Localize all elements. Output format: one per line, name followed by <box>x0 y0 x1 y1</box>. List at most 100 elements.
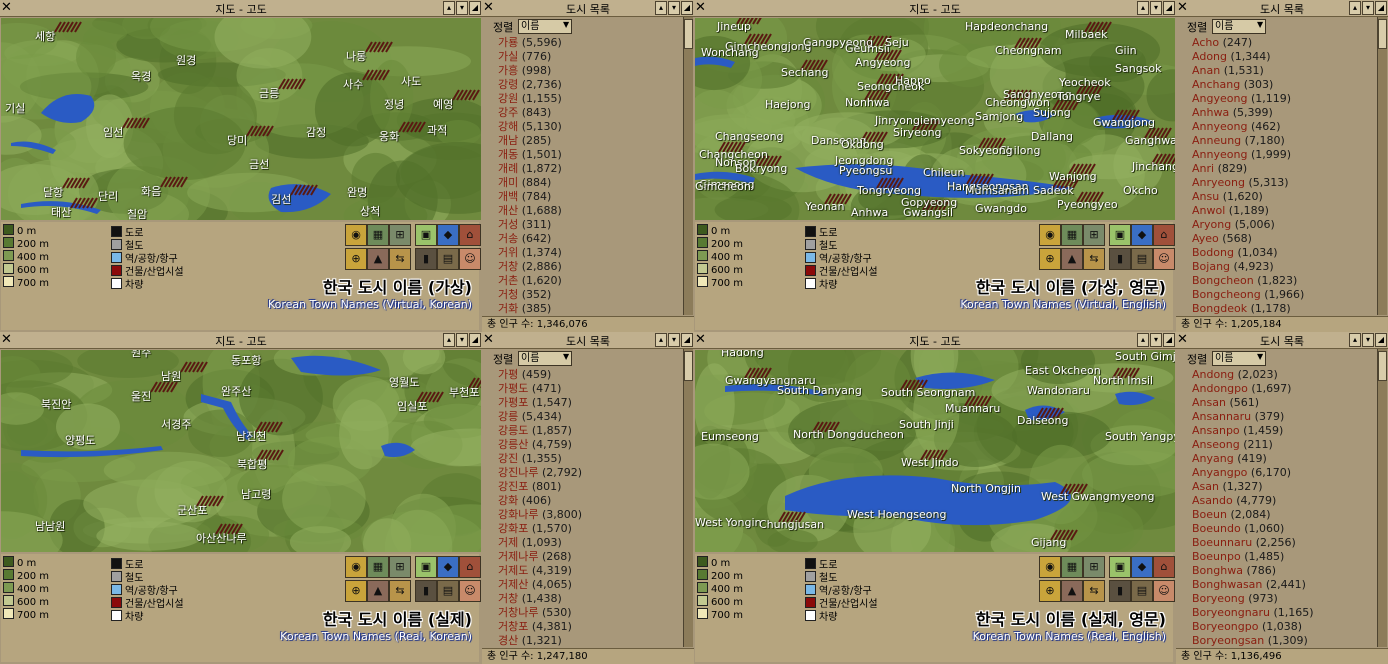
list-item[interactable]: Anyangpo (6,170) <box>1192 466 1368 480</box>
map-town-label[interactable]: Tongrye <box>1057 90 1100 103</box>
routes-toggle-icon[interactable]: ⇆ <box>1083 580 1105 602</box>
map-town-label[interactable]: 아산산나루 <box>196 530 247 546</box>
list-item[interactable]: 거청 (352) <box>498 288 674 302</box>
vehicles-toggle-icon[interactable]: ▲ <box>1061 580 1083 602</box>
list-item[interactable]: Boryeongnaru (1,165) <box>1192 606 1368 620</box>
list-scrollbar[interactable] <box>1377 17 1387 315</box>
list-item[interactable]: 가룡 (5,596) <box>498 36 674 50</box>
pin-icon[interactable]: ▴ <box>1349 1 1361 15</box>
player-face-icon[interactable]: ☺ <box>1153 248 1175 270</box>
map-town-label[interactable]: 태산 <box>51 204 71 220</box>
map-town-label[interactable]: Yeonan <box>805 200 844 213</box>
map-town-label[interactable]: Okdong <box>841 138 884 151</box>
list-item[interactable]: Boeunpo (1,485) <box>1192 550 1368 564</box>
minimap-view[interactable]: Jineup Hapdeonchang Gimcheongjong Gangpyeon… <box>695 18 1175 220</box>
map-town-label[interactable]: Pyeongsu <box>839 164 892 177</box>
map-town-label[interactable]: Giin <box>1115 44 1137 57</box>
list-scrollbar[interactable] <box>683 17 693 315</box>
list-item[interactable]: Bongdeok (1,178) <box>1192 302 1368 314</box>
map-town-label[interactable]: 남진천 <box>236 428 266 444</box>
pin-icon[interactable]: ▴ <box>1137 1 1149 15</box>
vehicles-toggle-icon[interactable]: ▲ <box>367 248 389 270</box>
map-town-label[interactable]: 나롱 <box>346 48 366 64</box>
list-item[interactable]: Angyeong (1,119) <box>1192 92 1368 106</box>
list-item[interactable]: 개남 (285) <box>498 134 674 148</box>
resize-icon[interactable]: ◢ <box>469 1 481 15</box>
player-face-icon[interactable]: ☺ <box>1153 580 1175 602</box>
minimap-view[interactable]: 세항 원경 나롱 옥경 사수 사도 금릉 정녕 예영 기실 임선 감정 옹화 과적 당미 금선 달항 단리 화음 완명… <box>1 18 481 220</box>
list-item[interactable]: Anyang (419) <box>1192 452 1368 466</box>
map-town-label[interactable]: Chileun <box>923 166 964 179</box>
map-town-label[interactable]: 화음 <box>141 183 161 199</box>
map-town-label[interactable]: Jineup <box>717 20 751 33</box>
list-item[interactable]: 거송 (642) <box>498 232 674 246</box>
player-face-icon[interactable]: ☺ <box>459 580 481 602</box>
list-item[interactable]: Boryeong (973) <box>1192 592 1368 606</box>
minimize-icon[interactable]: ▾ <box>456 1 468 15</box>
map-town-label[interactable]: Sechang <box>781 66 828 79</box>
list-item[interactable]: Anryeong (5,313) <box>1192 176 1368 190</box>
list-item[interactable]: 강해 (5,130) <box>498 120 674 134</box>
map-town-label[interactable]: 영월도 <box>389 374 419 390</box>
ownership-toggle-icon[interactable]: ▤ <box>1131 580 1153 602</box>
map-town-label[interactable]: Gijang <box>1031 536 1066 549</box>
pin-icon[interactable]: ▴ <box>1349 333 1361 347</box>
industry-toggle-icon[interactable]: ⌂ <box>1153 224 1175 246</box>
map-town-label[interactable]: Okcho <box>1123 184 1158 197</box>
map-town-label[interactable]: 양평도 <box>65 432 95 448</box>
map-town-label[interactable]: 원경 <box>176 52 196 68</box>
resize-icon[interactable]: ◢ <box>1163 1 1175 15</box>
resize-icon[interactable]: ◢ <box>1163 333 1175 347</box>
minimap-view[interactable]: HadongSouth GimjeGwangyangnaruEast Okche… <box>695 350 1175 552</box>
list-item[interactable]: Andong (2,023) <box>1192 368 1368 382</box>
map-town-label[interactable]: 임실포 <box>397 398 427 414</box>
map-town-label[interactable]: 칠암 <box>127 206 147 220</box>
map-town-label[interactable]: 부천포 <box>449 384 479 400</box>
ownership-toggle-icon[interactable]: ▤ <box>437 248 459 270</box>
list-item[interactable]: 거제도 (4,319) <box>498 564 674 578</box>
list-item[interactable]: 강진나루 (2,792) <box>498 466 674 480</box>
list-item[interactable]: 강릉 (5,434) <box>498 410 674 424</box>
list-item[interactable]: Anchang (303) <box>1192 78 1368 92</box>
map-town-label[interactable]: 달항 <box>43 184 63 200</box>
list-item[interactable]: 거제나루 (268) <box>498 550 674 564</box>
map-town-label[interactable]: Samjong <box>975 110 1023 123</box>
grid-toggle-icon[interactable]: ▦ <box>367 224 389 246</box>
list-item[interactable]: Boeunnaru (2,256) <box>1192 536 1368 550</box>
zoom-icon[interactable]: ⊞ <box>1083 224 1105 246</box>
compass-icon[interactable]: ⊕ <box>345 248 367 270</box>
ownership-toggle-icon[interactable]: ▤ <box>1131 248 1153 270</box>
map-town-label[interactable]: Bokryong <box>735 162 787 175</box>
zoom-icon[interactable]: ⊞ <box>1083 556 1105 578</box>
map-town-label[interactable]: North Dongducheon <box>793 428 904 441</box>
power-toggle-icon[interactable]: ▮ <box>415 248 437 270</box>
map-titlebar[interactable]: ✕ 지도 - 고도 ▴ ▾ ◢ <box>694 0 1176 17</box>
zoom-icon[interactable]: ⊞ <box>389 224 411 246</box>
compass-icon[interactable]: ⊕ <box>1039 580 1061 602</box>
list-item[interactable]: Asan (1,327) <box>1192 480 1368 494</box>
list-item[interactable]: Asando (4,779) <box>1192 494 1368 508</box>
list-item[interactable]: 강주 (843) <box>498 106 674 120</box>
scroll-thumb[interactable] <box>1378 351 1387 381</box>
minimize-icon[interactable]: ▾ <box>1362 333 1374 347</box>
map-town-label[interactable]: North Ongjin <box>951 482 1021 495</box>
list-item[interactable]: Ansan (561) <box>1192 396 1368 410</box>
map-town-label[interactable]: Nonhwa <box>845 96 890 109</box>
map-town-label[interactable]: Gwangsil <box>903 206 953 219</box>
map-town-label[interactable]: Dalseong <box>1017 414 1068 427</box>
list-item[interactable]: Anan (1,531) <box>1192 64 1368 78</box>
map-town-label[interactable]: Eumseong <box>701 430 759 443</box>
towns-toggle-icon[interactable]: ◉ <box>1039 556 1061 578</box>
map-town-label[interactable]: Mumsanam <box>965 184 1029 197</box>
list-item[interactable]: Boeundo (1,060) <box>1192 522 1368 536</box>
water-toggle-icon[interactable]: ◆ <box>437 556 459 578</box>
list-item[interactable]: Bonghwa (786) <box>1192 564 1368 578</box>
map-town-label[interactable]: Sokyeong <box>959 144 1013 157</box>
map-town-label[interactable]: 사수 <box>343 76 363 92</box>
list-item[interactable]: Anri (829) <box>1192 162 1368 176</box>
pin-icon[interactable]: ▴ <box>443 1 455 15</box>
list-item[interactable]: Acho (247) <box>1192 36 1368 50</box>
map-titlebar[interactable]: ✕ 지도 - 고도 ▴ ▾ ◢ <box>0 332 482 349</box>
list-item[interactable]: Bongcheong (1,966) <box>1192 288 1368 302</box>
list-scrollbar[interactable] <box>683 349 693 647</box>
